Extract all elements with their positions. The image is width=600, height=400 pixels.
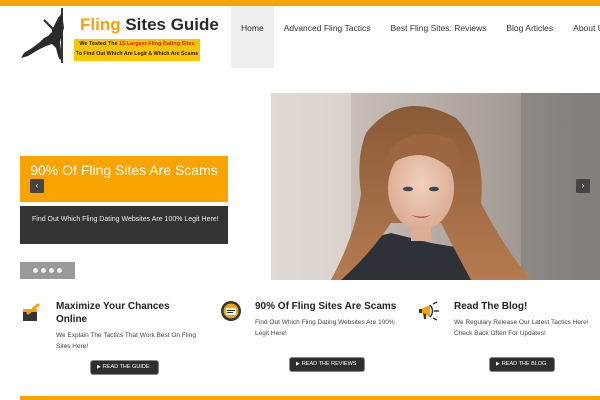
logo-tagline-highlight: 15 Largest Fling Dating Sites: [119, 41, 195, 47]
feature-guide-title: Maximize Your Chances Online: [56, 300, 170, 326]
feature-guide-title-line2: Online: [56, 314, 88, 325]
chevron-left-icon: ‹: [35, 181, 39, 190]
read-the-guide-label: READ THE GUIDE: [102, 364, 150, 370]
nav-item-blog-articles[interactable]: Blog Articles: [496, 6, 563, 68]
slider-dot[interactable]: [33, 268, 38, 273]
read-the-reviews-button[interactable]: ▶ READ THE REVIEWS: [290, 358, 365, 371]
slide-caption-title[interactable]: 90% Of Fling Sites Are Scams: [20, 156, 228, 202]
slider-dot[interactable]: [57, 268, 62, 273]
megaphone-icon: [419, 301, 439, 321]
read-the-blog-button[interactable]: ▶ READ THE BLOG: [490, 358, 555, 371]
nav-item-best-fling-sites-reviews[interactable]: Best Fling Sites: Reviews: [380, 6, 496, 68]
slider-next-button[interactable]: ›: [576, 179, 590, 193]
logo-tagline-badge: We Tested The 15 Largest Fling Dating Si…: [74, 39, 200, 61]
slider-dot[interactable]: [41, 268, 46, 273]
logo-tagline-line2: To Find Out Which Are Legit & Which Are …: [75, 51, 199, 57]
arrow-right-icon: ▶: [496, 361, 500, 367]
feature-blog-text: We Regulary Release Our Latest Tactics H…: [454, 319, 589, 337]
read-the-blog-label: READ THE BLOG: [501, 361, 547, 367]
arrow-right-icon: ▶: [97, 364, 101, 370]
feature-reviews-title: 90% Of Fling Sites Are Scams: [255, 301, 397, 312]
slider-prev-button[interactable]: ‹: [30, 179, 44, 193]
hero-slide-image: [271, 93, 600, 280]
hero-photo: [271, 93, 600, 280]
bottom-accent-bar: [20, 396, 600, 400]
pencil-notepad-icon: [23, 303, 40, 321]
logo-title-rest: Sites Guide: [125, 15, 219, 34]
site-logo[interactable]: Fling Sites Guide We Tested The 15 Large…: [18, 8, 219, 63]
pole-dancer-logo-icon: [21, 8, 64, 63]
read-the-guide-button[interactable]: ▶ READ THE GUIDE: [91, 361, 158, 374]
main-nav: Home Advanced Fling Tactics Best Fling S…: [231, 6, 600, 68]
read-the-reviews-label: READ THE REVIEWS: [301, 361, 357, 367]
slider-dot[interactable]: [49, 268, 54, 273]
logo-title-fling: Fling: [80, 15, 121, 34]
feature-blog-title: Read The Blog!: [454, 301, 528, 312]
nav-item-home[interactable]: Home: [231, 6, 274, 68]
slider-pagination: [20, 262, 75, 279]
nav-item-advanced-fling-tactics[interactable]: Advanced Fling Tactics: [274, 6, 381, 68]
logo-tagline-pre: We Tested The: [79, 41, 118, 47]
logo-title: Fling Sites Guide: [80, 16, 219, 34]
feature-guide-title-line1: Maximize Your Chances: [56, 301, 170, 312]
feature-reviews-text: Find Out Which Fling Dating Websites Are…: [255, 319, 395, 337]
nav-item-about-us[interactable]: About Us: [563, 6, 600, 68]
certificate-badge-icon: [221, 301, 241, 321]
logo-tagline-line1: We Tested The 15 Largest Fling Dating Si…: [74, 41, 200, 48]
chevron-right-icon: ›: [581, 181, 585, 190]
feature-guide-text: We Explain The Tactics That Work Best On…: [56, 332, 196, 350]
arrow-right-icon: ▶: [296, 361, 300, 367]
slide-caption-description: Find Out Which Fling Dating Websites Are…: [20, 206, 228, 244]
